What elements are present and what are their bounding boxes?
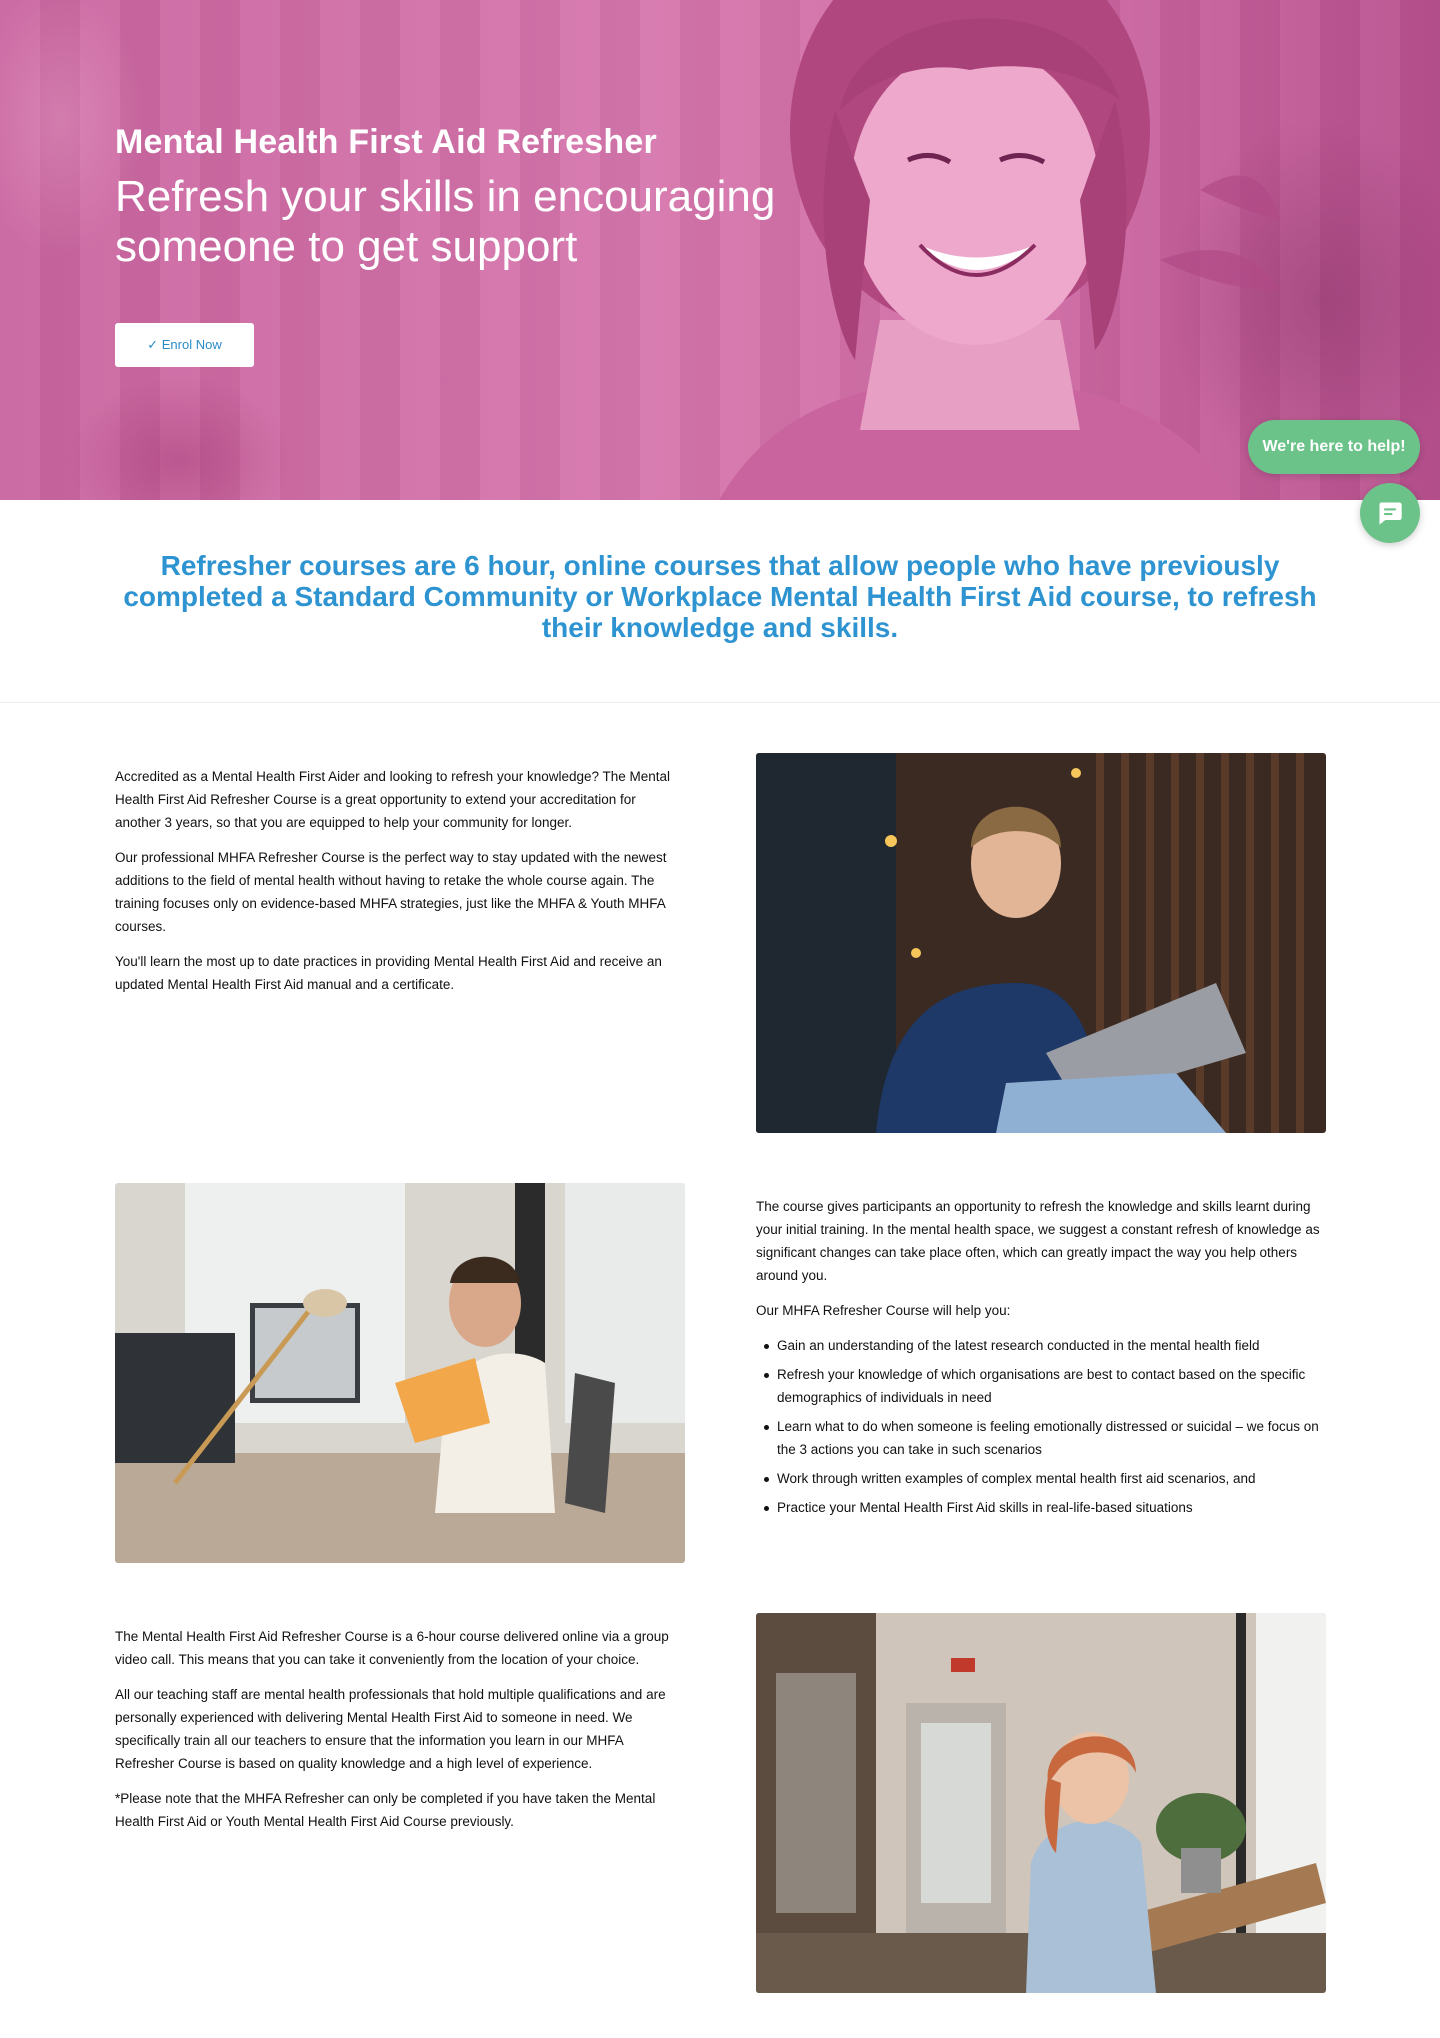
section2-paragraph-2: Our MHFA Refresher Course will help you: <box>756 1303 1011 1318</box>
section1-paragraph-3: You'll learn the most up to date practic… <box>115 954 662 992</box>
section3-paragraph-2: All our teaching staff are mental health… <box>115 1687 666 1771</box>
photo-woman-at-window <box>756 1613 1326 1993</box>
hero-title: Mental Health First Aid Refresher <box>115 123 657 161</box>
section1-paragraph-2: Our professional MHFA Refresher Course i… <box>115 850 667 934</box>
photo-man-with-laptop <box>756 753 1326 1133</box>
intro-heading: Refresher courses are 6 hour, online cou… <box>123 550 1317 643</box>
section3-text: The Mental Health First Aid Refresher Co… <box>115 1625 685 1845</box>
enrol-now-button[interactable]: ✓ Enrol Now <box>115 323 254 367</box>
hero-text: Mental Health First Aid Refresher Refres… <box>115 120 875 272</box>
benefits-list: Gain an understanding of the latest rese… <box>756 1334 1326 1519</box>
section1-text: Accredited as a Mental Health First Aide… <box>115 765 685 1008</box>
photo-man-reading-at-desk <box>115 1183 685 1563</box>
section-divider <box>0 702 1440 703</box>
section3-paragraph-3: *Please note that the MHFA Refresher can… <box>115 1791 656 1829</box>
chat-bubble-icon <box>1379 502 1402 525</box>
section3-paragraph-1: The Mental Health First Aid Refresher Co… <box>115 1629 669 1667</box>
list-item: Work through written examples of complex… <box>756 1467 1326 1490</box>
list-item: Learn what to do when someone is feeling… <box>756 1415 1326 1461</box>
list-item: Refresh your knowledge of which organisa… <box>756 1363 1326 1409</box>
section1-paragraph-1: Accredited as a Mental Health First Aide… <box>115 769 671 830</box>
chat-button[interactable] <box>1360 483 1420 543</box>
section2-text: The course gives participants an opportu… <box>756 1195 1326 1525</box>
section2-paragraph-1: The course gives participants an opportu… <box>756 1199 1320 1283</box>
hero-subtitle: Refresh your skills in encouraging someo… <box>115 172 776 271</box>
help-pill-button[interactable]: We're here to help! <box>1248 420 1420 474</box>
list-item: Gain an understanding of the latest rese… <box>756 1334 1326 1357</box>
hero-banner: Mental Health First Aid Refresher Refres… <box>0 0 1440 500</box>
list-item: Practice your Mental Health First Aid sk… <box>756 1496 1326 1519</box>
